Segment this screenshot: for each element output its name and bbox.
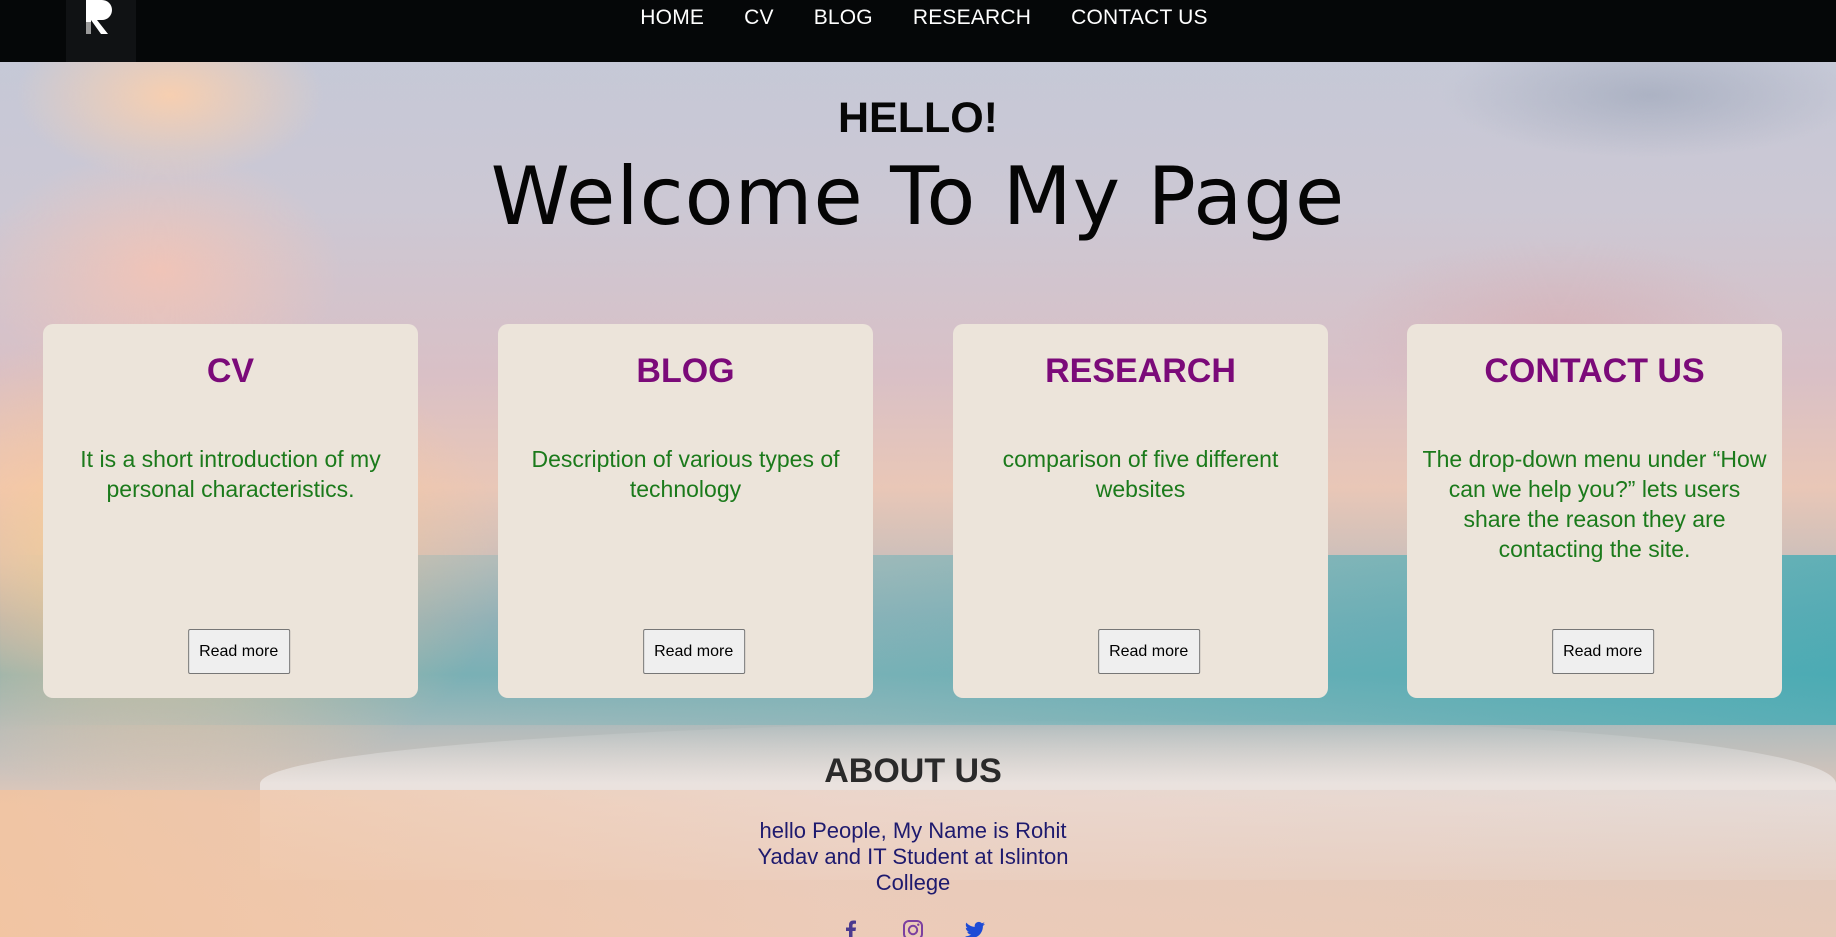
card-description: comparison of five different websites [1002,446,1279,502]
nav-research[interactable]: RESEARCH [893,0,1051,30]
card-description: It is a short introduction of my persona… [80,446,381,502]
nav-cv[interactable]: CV [724,0,794,30]
read-more-button[interactable]: Read more [1551,629,1654,674]
card-title: CONTACT US [1484,352,1705,390]
nav-blog[interactable]: BLOG [794,0,893,30]
hero-title: Welcome To My Page [490,150,1346,243]
logo-r-icon [86,0,112,34]
about-title: ABOUT US [824,752,1002,790]
card-title: RESEARCH [1045,352,1236,390]
card-blog: BLOG Description of various types of tec… [498,324,873,698]
card-cv: CV It is a short introduction of my pers… [43,324,418,698]
card-research: RESEARCH comparison of five different we… [953,324,1328,698]
hero-greeting: HELLO! [837,94,999,142]
nav-home[interactable]: HOME [620,0,724,30]
navbar: HOME CV BLOG RESEARCH CONTACT US [0,0,1836,62]
social-links [0,918,1826,937]
site-logo[interactable] [66,0,136,62]
card-description: Description of various types of technolo… [531,446,840,502]
main-nav: HOME CV BLOG RESEARCH CONTACT US [620,0,1227,30]
read-more-button[interactable]: Read more [642,629,745,674]
facebook-icon[interactable] [839,918,863,937]
card-title: BLOG [636,352,735,390]
about-text: hello People, My Name is Rohit Yadav and… [757,818,1069,895]
card-contact-us: CONTACT US The drop-down menu under “How… [1407,324,1782,698]
twitter-icon[interactable] [963,918,987,937]
read-more-button[interactable]: Read more [1097,629,1200,674]
card-title: CV [206,352,255,390]
instagram-icon[interactable] [901,918,925,937]
card-description: The drop-down menu under “How can we hel… [1422,446,1767,562]
read-more-button[interactable]: Read more [187,629,290,674]
nav-contact-us[interactable]: CONTACT US [1051,0,1228,30]
